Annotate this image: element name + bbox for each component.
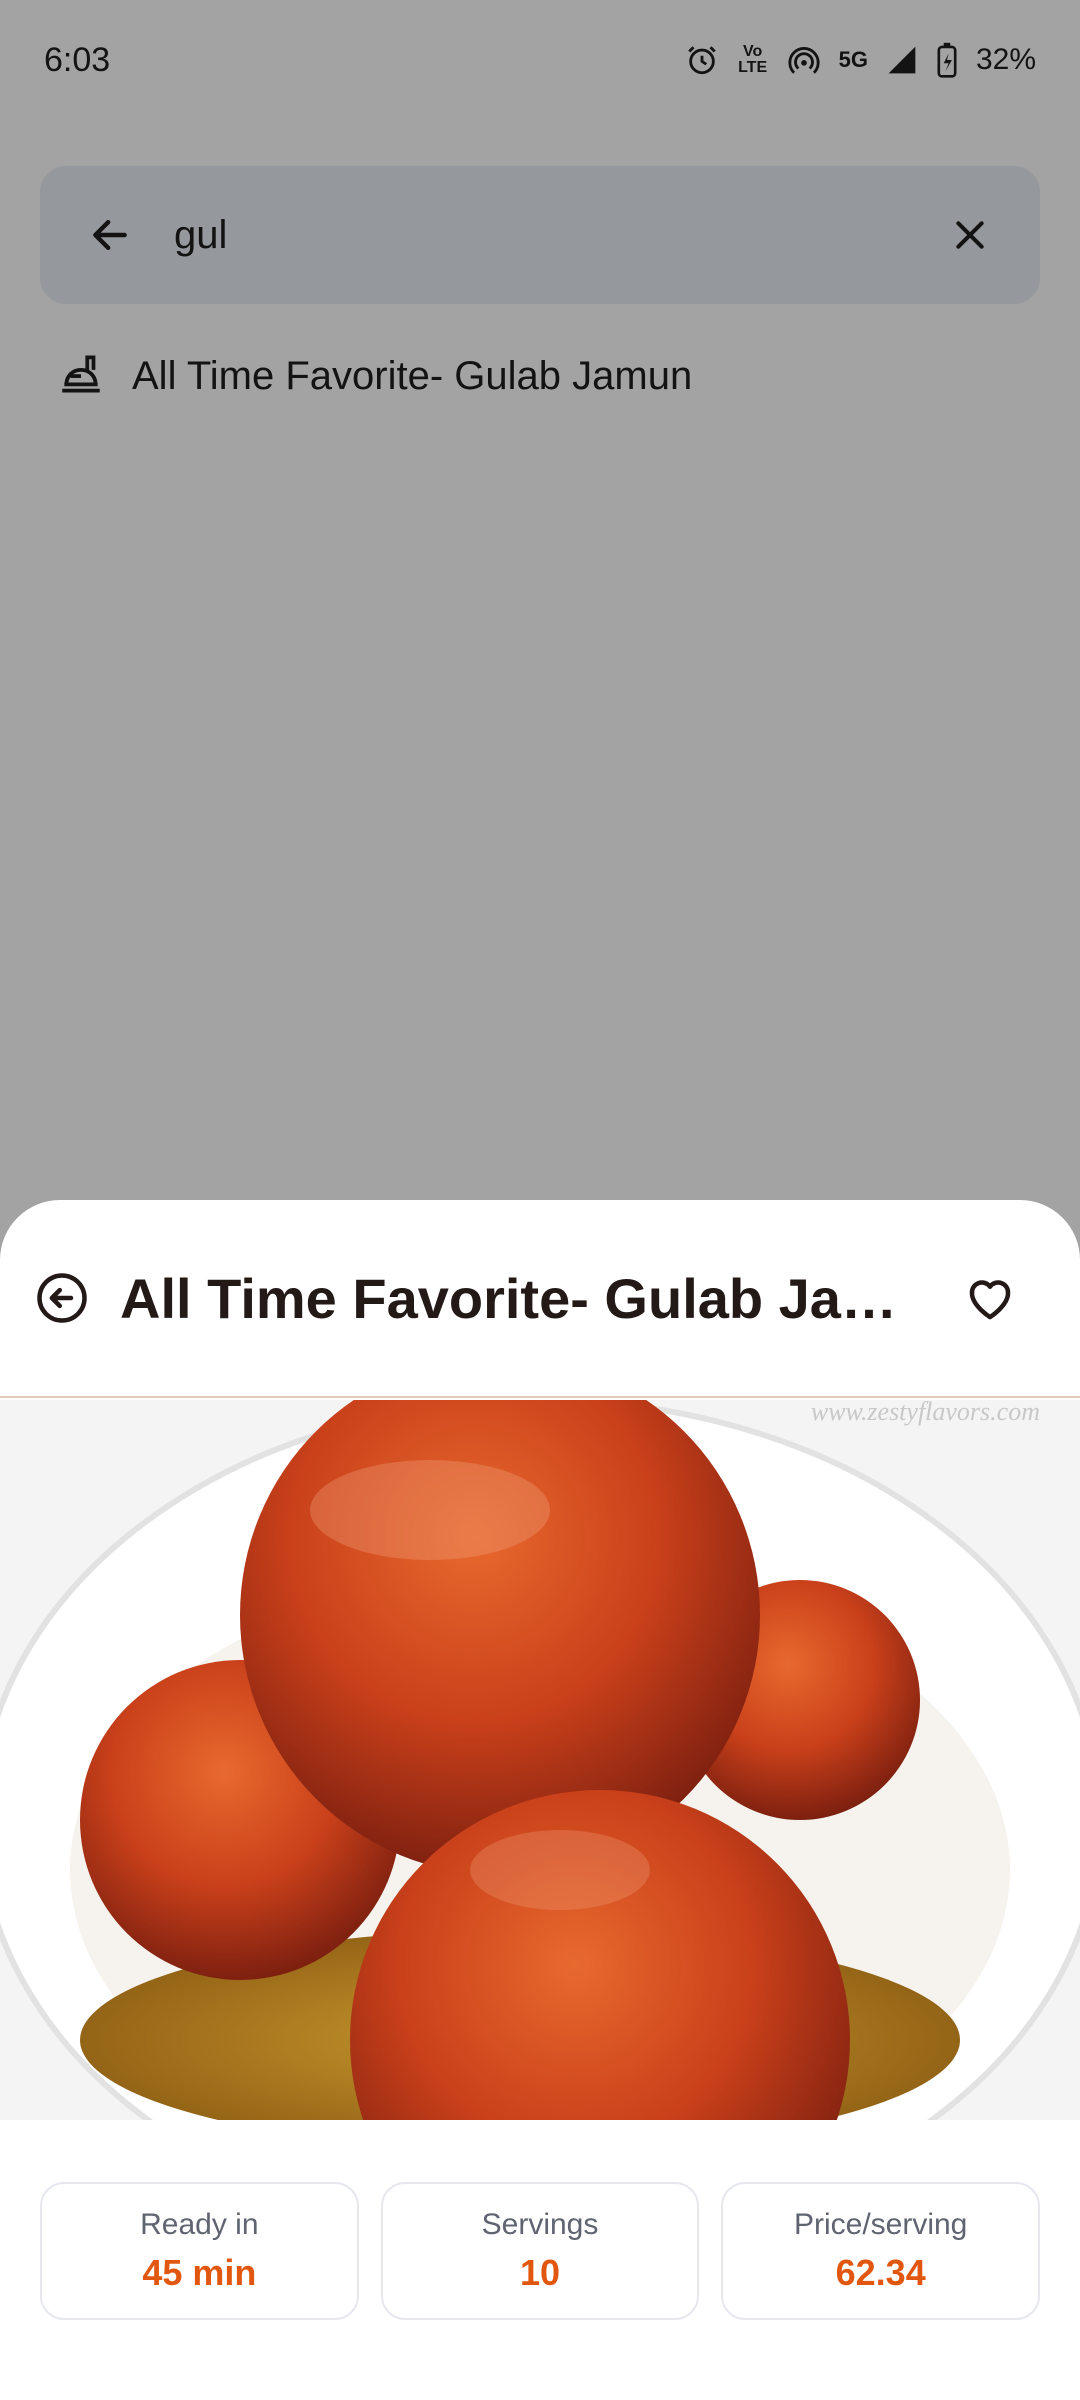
stat-label: Servings: [481, 2208, 599, 2241]
circle-back-icon[interactable]: [34, 1270, 90, 1326]
stat-value: 45 min: [142, 2252, 257, 2293]
stat-servings: Servings 10: [380, 2182, 700, 2320]
stat-label: Ready in: [140, 2208, 259, 2241]
recipe-title: All Time Favorite- Gulab Jamun: [120, 1266, 940, 1330]
recipe-bottom-sheet: All Time Favorite- Gulab Jamun www.zesty…: [0, 1200, 1080, 2400]
image-watermark: www.zestyflavors.com: [811, 1400, 1040, 1426]
sheet-header: All Time Favorite- Gulab Jamun: [0, 1200, 1080, 1398]
stat-label: Price/serving: [793, 2208, 968, 2241]
stat-value: 62.34: [835, 2252, 926, 2293]
stat-value: 10: [519, 2252, 561, 2293]
stat-price-per-serving: Price/serving 62.34: [721, 2182, 1041, 2320]
stat-ready-in: Ready in 45 min: [40, 2182, 359, 2320]
heart-icon[interactable]: [960, 1268, 1020, 1328]
recipe-photo: www.zestyflavors.com: [0, 1400, 1080, 2120]
recipe-stats: Ready in 45 min Servings 10 Price/servin…: [40, 2182, 1041, 2320]
